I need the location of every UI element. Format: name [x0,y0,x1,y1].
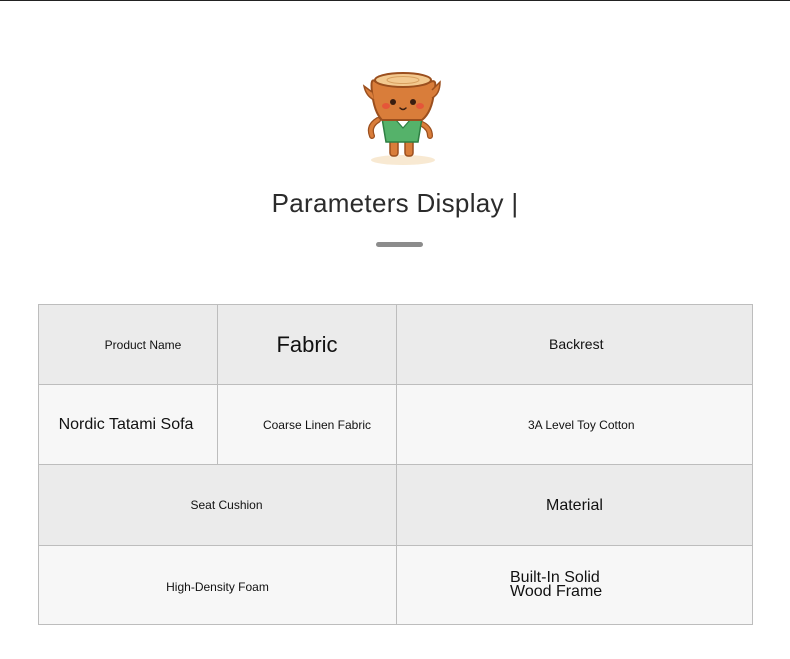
title-underline [376,242,423,247]
wood-stump-mascot-icon [362,72,441,165]
seat-cushion-label: Seat Cushion [39,465,397,546]
product-name-label: Product Name [39,305,218,385]
material-value: Built-In Solid Wood Frame [397,546,752,624]
seat-cushion-value: High-Density Foam [39,546,397,624]
top-divider [0,0,790,1]
fabric-label: Fabric [218,305,397,385]
parameters-table: Product Name Fabric Backrest Nordic Tata… [38,304,753,625]
backrest-value: 3A Level Toy Cotton [397,385,752,465]
product-name-value: Nordic Tatami Sofa [39,385,218,465]
material-value-text: Built-In Solid Wood Frame [510,570,603,600]
material-label: Material [397,465,752,546]
material-value-line-2: Wood Frame [510,583,603,600]
page-title: Parameters Display | [271,188,519,218]
fabric-value: Coarse Linen Fabric [218,385,397,465]
backrest-label: Backrest [397,305,752,385]
